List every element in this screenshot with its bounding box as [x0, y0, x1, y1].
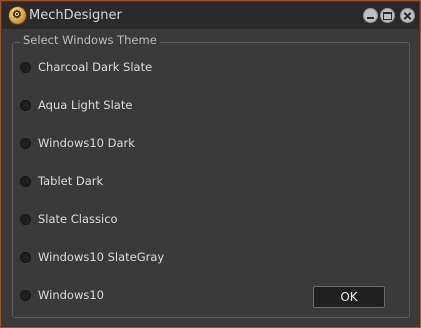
ok-button[interactable]: OK [313, 286, 385, 308]
theme-option-label[interactable]: Windows10 SlateGray [38, 250, 164, 264]
radio-button-icon[interactable] [20, 289, 31, 301]
theme-option-windows10[interactable]: Windows10 [20, 286, 104, 304]
radio-button-icon[interactable] [20, 213, 31, 225]
theme-option-label[interactable]: Aqua Light Slate [38, 98, 132, 112]
radio-button-icon[interactable] [20, 137, 31, 149]
theme-dialog-window: ⚙ MechDesigner Select Windows Theme Char… [0, 0, 421, 328]
theme-option-label[interactable]: Windows10 Dark [38, 136, 135, 150]
theme-option-label[interactable]: Tablet Dark [38, 174, 103, 188]
theme-option-tablet-dark[interactable]: Tablet Dark [20, 172, 103, 190]
theme-option-windows10-dark[interactable]: Windows10 Dark [20, 134, 135, 152]
theme-option-label[interactable]: Windows10 [38, 288, 104, 302]
minimize-icon[interactable] [363, 8, 378, 23]
radio-button-icon[interactable] [20, 61, 31, 73]
theme-option-slate-classico[interactable]: Slate Classico [20, 210, 118, 228]
title-bar[interactable]: ⚙ MechDesigner [2, 2, 419, 29]
radio-button-icon[interactable] [20, 251, 31, 263]
mechdesigner-app-icon: ⚙ [9, 7, 26, 24]
window-title: MechDesigner [29, 8, 122, 23]
maximize-icon[interactable] [380, 8, 395, 23]
theme-option-label[interactable]: Charcoal Dark Slate [38, 60, 152, 74]
radio-button-icon[interactable] [20, 175, 31, 187]
theme-option-charcoal-dark-slate[interactable]: Charcoal Dark Slate [20, 58, 152, 76]
theme-option-aqua-light-slate[interactable]: Aqua Light Slate [20, 96, 132, 114]
theme-option-windows10-slategray[interactable]: Windows10 SlateGray [20, 248, 164, 266]
radio-button-icon[interactable] [20, 99, 31, 111]
theme-option-label[interactable]: Slate Classico [38, 212, 118, 226]
groupbox-legend: Select Windows Theme [20, 33, 160, 47]
close-icon[interactable] [400, 8, 415, 23]
